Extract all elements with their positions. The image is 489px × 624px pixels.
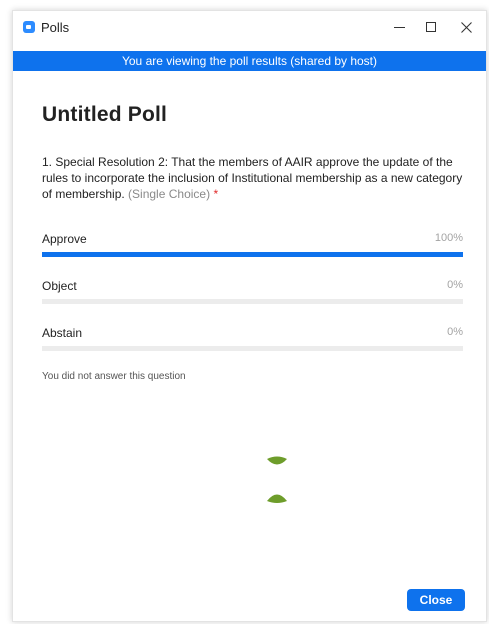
maximize-button[interactable] [415, 15, 447, 39]
option-percent: 0% [447, 279, 463, 291]
minimize-icon [393, 26, 405, 28]
not-answered-note: You did not answer this question [42, 371, 186, 382]
minimize-button[interactable] [383, 15, 415, 39]
poll-question: 1. Special Resolution 2: That the member… [42, 154, 472, 202]
poll-title: Untitled Poll [42, 103, 168, 126]
close-icon [460, 21, 472, 33]
title-bar: Polls [13, 11, 486, 44]
results-banner: You are viewing the poll results (shared… [13, 51, 486, 71]
spinner-top-leaf [267, 456, 287, 465]
zoom-camera-icon [23, 21, 35, 33]
required-mark: * [213, 187, 219, 201]
polls-window: Polls You are viewing the poll results (… [12, 10, 487, 622]
close-button[interactable]: Close [407, 589, 465, 611]
option-percent: 0% [447, 326, 463, 338]
maximize-icon [426, 22, 436, 32]
option-label: Approve [42, 232, 87, 246]
window-title: Polls [41, 20, 70, 35]
result-bar-track [42, 346, 463, 351]
option-percent: 100% [434, 232, 463, 244]
loading-spinner-icon [267, 456, 287, 503]
spinner-bottom-leaf [267, 494, 287, 503]
option-label: Object [42, 279, 77, 293]
option-label: Abstain [42, 326, 83, 340]
window-close-button[interactable] [450, 15, 482, 39]
result-bar-track [42, 252, 463, 257]
result-bar-track [42, 299, 463, 304]
result-bar-fill [42, 252, 463, 257]
question-text: 1. Special Resolution 2: That the member… [42, 155, 463, 201]
question-type-hint: (Single Choice) [128, 187, 211, 201]
